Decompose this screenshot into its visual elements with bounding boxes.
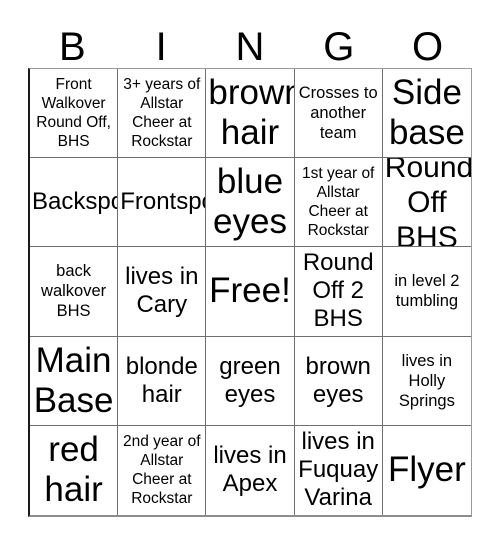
bingo-cell-label: blue eyes: [213, 162, 287, 242]
bingo-cell[interactable]: lives in Cary: [118, 247, 207, 337]
header-letter-o: O: [412, 25, 444, 69]
bingo-cell[interactable]: blonde hair: [118, 336, 207, 426]
bingo-cell[interactable]: 2nd year of Allstar Cheer at Rockstar: [118, 425, 207, 515]
bingo-cell-label: Crosses to another team: [298, 84, 378, 143]
header-letter-i: I: [155, 25, 167, 69]
bingo-cell[interactable]: Backspot: [30, 158, 119, 248]
bingo-cell[interactable]: Round Off BHS: [382, 158, 471, 248]
bingo-cell-label: in level 2 tumbling: [394, 272, 460, 311]
bingo-cell-label: Main Base: [33, 340, 114, 420]
bingo-cell[interactable]: Flyer: [382, 425, 471, 515]
bingo-cell[interactable]: Crosses to another team: [294, 69, 383, 159]
bingo-cell[interactable]: lives in Apex: [206, 425, 295, 515]
bingo-cell-label: 2nd year of Allstar Cheer at Rockstar: [123, 433, 201, 508]
bingo-cell[interactable]: Frontspot: [118, 158, 207, 248]
bingo-cell[interactable]: blue eyes: [206, 158, 295, 248]
bingo-cell-label: brown eyes: [305, 352, 371, 408]
bingo-cell-label: green eyes: [219, 352, 281, 408]
bingo-cell[interactable]: back walkover BHS: [30, 247, 119, 337]
bingo-cell[interactable]: brown eyes: [294, 336, 383, 426]
bingo-cell[interactable]: Side base: [382, 69, 471, 159]
bingo-card: B I N G O Front Walkover Round Off, BHS …: [0, 0, 500, 544]
header-letter-n: N: [235, 25, 265, 69]
bingo-header: B I N G O: [28, 14, 472, 68]
bingo-cell-label: blonde hair: [125, 352, 198, 408]
header-letter-b: B: [59, 25, 86, 69]
bingo-cell[interactable]: Front Walkover Round Off, BHS: [30, 69, 119, 159]
bingo-cell-label: Frontspot: [120, 188, 205, 216]
bingo-grid: Front Walkover Round Off, BHS 3+ years o…: [28, 68, 472, 517]
bingo-cell-label: brown hair: [208, 73, 295, 153]
bingo-cell-label: lives in Holly Springs: [398, 351, 455, 410]
bingo-cell-label: lives in Cary: [125, 263, 199, 319]
bingo-cell[interactable]: red hair: [30, 425, 119, 515]
bingo-cell-label: Round Off BHS: [384, 158, 471, 248]
bingo-cell[interactable]: lives in Fuquay Varina: [294, 425, 383, 515]
bingo-cell-label: Front Walkover Round Off, BHS: [36, 76, 111, 151]
bingo-cell[interactable]: Round Off 2 BHS: [294, 247, 383, 337]
bingo-cell-label: Round Off 2 BHS: [302, 249, 374, 333]
bingo-cell-label: 1st year of Allstar Cheer at Rockstar: [302, 165, 375, 240]
bingo-cell-free[interactable]: Free!: [206, 247, 295, 337]
bingo-cell[interactable]: green eyes: [206, 336, 295, 426]
bingo-cell-label: Flyer: [388, 450, 466, 490]
bingo-cell[interactable]: 1st year of Allstar Cheer at Rockstar: [294, 158, 383, 248]
bingo-cell[interactable]: 3+ years of Allstar Cheer at Rockstar: [118, 69, 207, 159]
bingo-cell-label: lives in Apex: [213, 442, 287, 498]
bingo-cell-label: 3+ years of Allstar Cheer at Rockstar: [123, 76, 201, 151]
bingo-cell-label: lives in Fuquay Varina: [298, 428, 379, 512]
bingo-cell-label: red hair: [44, 430, 103, 510]
bingo-cell-label: Backspot: [32, 188, 117, 216]
bingo-cell-label: Free!: [209, 271, 291, 311]
header-letter-g: G: [323, 25, 355, 69]
bingo-cell[interactable]: brown hair: [206, 69, 295, 159]
bingo-cell-label: Side base: [388, 73, 465, 153]
bingo-cell-label: back walkover BHS: [41, 262, 107, 321]
bingo-cell[interactable]: Main Base: [30, 336, 119, 426]
bingo-cell[interactable]: lives in Holly Springs: [382, 336, 471, 426]
bingo-cell[interactable]: in level 2 tumbling: [382, 247, 471, 337]
